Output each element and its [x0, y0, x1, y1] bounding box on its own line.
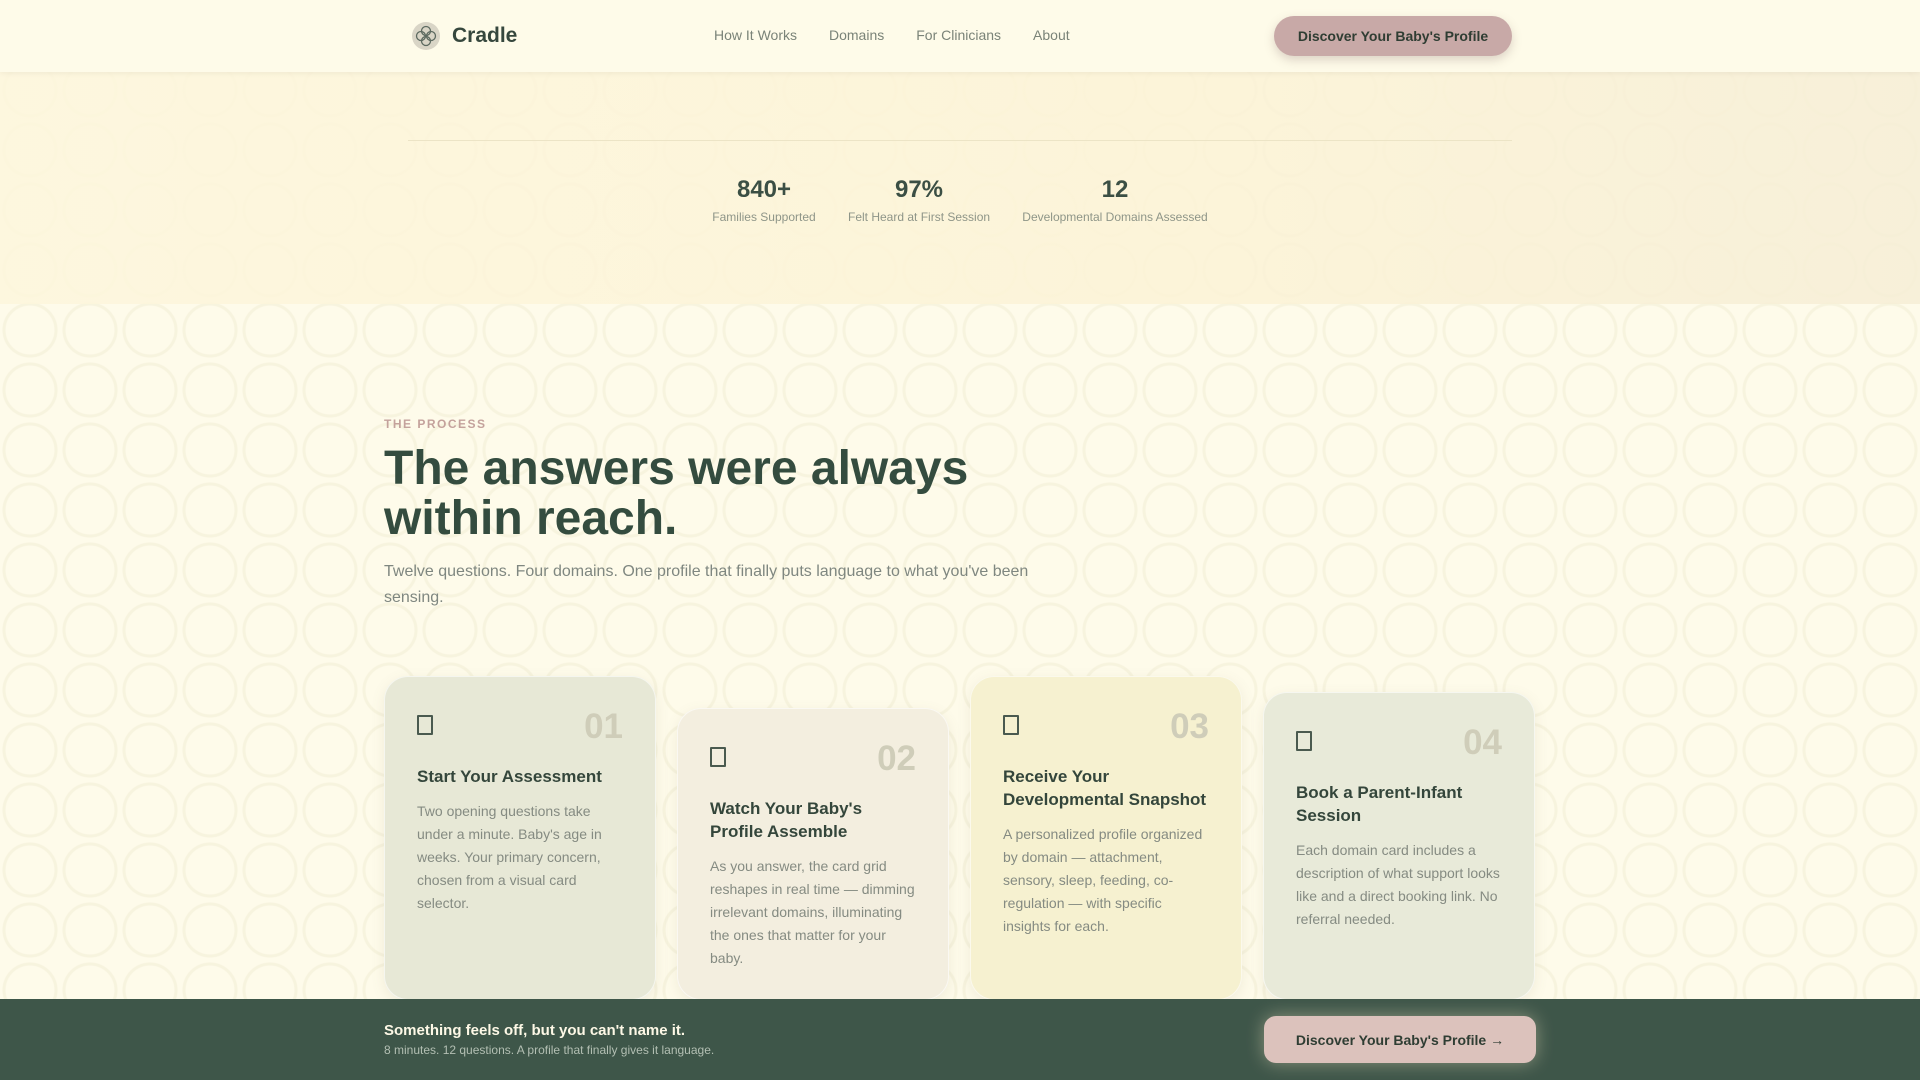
stats-divider — [408, 140, 1512, 141]
stat-families: 840+ Families Supported — [712, 176, 816, 224]
document-icon — [1003, 715, 1019, 735]
step-title: Start Your Assessment — [417, 767, 602, 786]
header-discover-profile-button[interactable]: Discover Your Baby's Profile — [1274, 16, 1512, 56]
step-title: Watch Your Baby's Profile Assemble — [710, 799, 863, 841]
step-text: A personalized profile organized by doma… — [1003, 826, 1203, 934]
step-number: 02 — [877, 739, 916, 778]
stat-label: Felt Heard at First Session — [848, 210, 991, 224]
process-heading: The answers were always within reach. — [384, 442, 969, 545]
step-card-2[interactable]: 02 Watch Your Baby's Profile Assemble As… — [677, 708, 949, 1000]
step-number: 03 — [1170, 707, 1209, 746]
flower-icon — [412, 22, 440, 50]
step-card-3[interactable]: 03 Receive Your Developmental Snapshot A… — [970, 676, 1242, 1000]
brand-name: Cradle — [452, 24, 518, 47]
step-number: 04 — [1463, 723, 1502, 762]
sticky-cta-bar: Something feels off, but you can't name … — [0, 999, 1920, 1080]
step-title: Book a Parent-Infant Session — [1296, 783, 1463, 825]
step-text: As you answer, the card grid reshapes in… — [710, 858, 915, 966]
stat-value: 840+ — [736, 176, 792, 203]
cta-bar-subtitle: 8 minutes. 12 questions. A profile that … — [384, 1043, 715, 1057]
stat-felt-heard: 97% Felt Heard at First Session — [848, 176, 990, 224]
main-nav: How It Works Domains For Clinicians Abou… — [714, 27, 1070, 43]
document-icon — [710, 747, 726, 767]
stat-label: Families Supported — [712, 210, 816, 224]
stat-domains: 12 Developmental Domains Assessed — [1022, 176, 1208, 224]
cta-bar-discover-profile-button[interactable]: Discover Your Baby's Profile → — [1264, 1016, 1536, 1063]
brand-logo[interactable]: Cradle — [412, 22, 517, 50]
process-eyebrow: THE PROCESS — [384, 417, 487, 431]
stat-value: 97% — [894, 176, 944, 203]
nav-link-about[interactable]: About — [1033, 27, 1070, 43]
step-text: Each domain card includes a description … — [1296, 842, 1500, 927]
nav-link-for-clinicians[interactable]: For Clinicians — [916, 27, 1001, 43]
stat-value: 12 — [1101, 176, 1129, 203]
step-card-4[interactable]: 04 Book a Parent-Infant Session Each dom… — [1263, 692, 1535, 1000]
cta-bar-title: Something feels off, but you can't name … — [384, 1022, 686, 1039]
step-number: 01 — [584, 707, 623, 746]
stat-label: Developmental Domains Assessed — [1022, 210, 1208, 224]
nav-link-how-it-works[interactable]: How It Works — [714, 27, 797, 43]
step-title: Receive Your Developmental Snapshot — [1003, 767, 1207, 809]
step-card-1[interactable]: 01 Start Your Assessment Two opening que… — [384, 676, 656, 1000]
nav-link-domains[interactable]: Domains — [829, 27, 884, 43]
document-icon — [1296, 731, 1312, 751]
document-icon — [417, 715, 433, 735]
step-text: Two opening questions take under a minut… — [417, 803, 602, 911]
process-subheading: Twelve questions. Four domains. One prof… — [384, 563, 1029, 606]
site-header: Cradle How It Works Domains For Clinicia… — [0, 0, 1920, 72]
